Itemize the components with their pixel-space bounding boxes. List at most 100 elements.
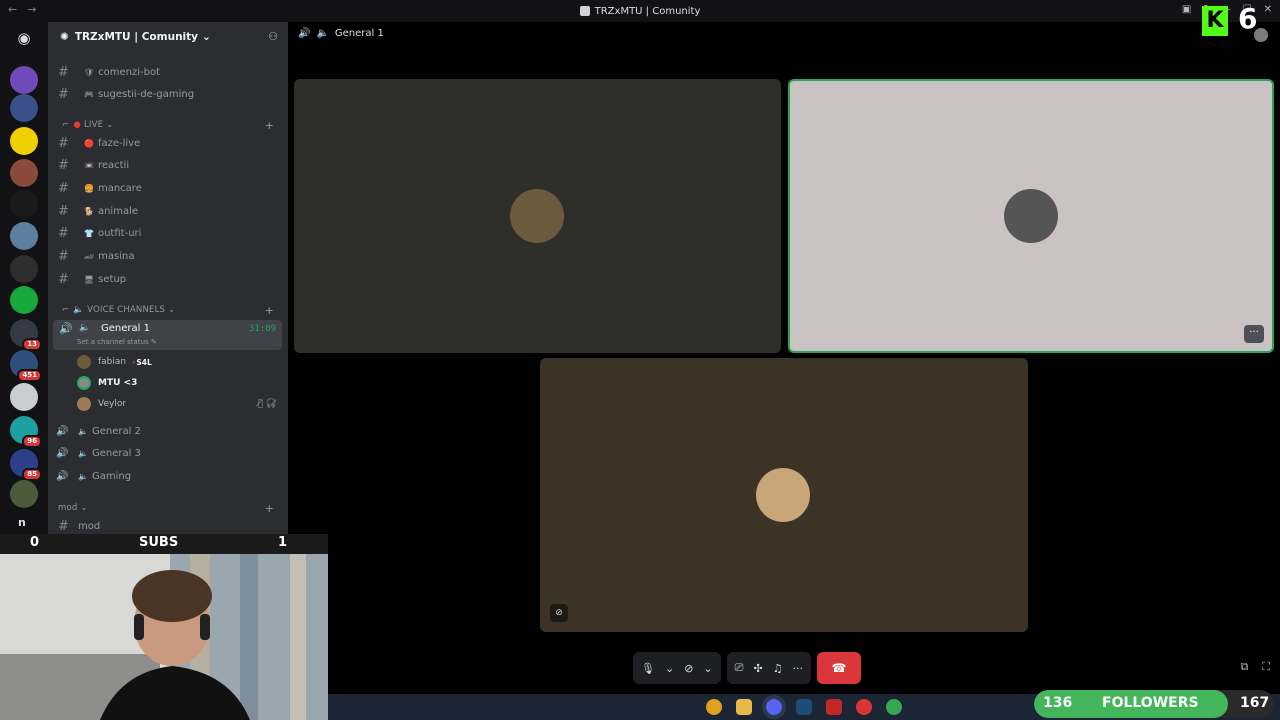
pop-out-icon[interactable]: ⧉: [1240, 660, 1248, 674]
channel-sugestii-de-gaming[interactable]: # 🎮 sugestii-de-gaming: [56, 84, 280, 104]
camera-off-icon: ⊘: [550, 604, 568, 622]
voice-member[interactable]: MTU <3: [77, 374, 137, 392]
voice-channel-gaming[interactable]: 🔊 🔈 Gaming: [56, 466, 280, 486]
voicemod-icon[interactable]: [826, 699, 842, 715]
chevron-down-icon: ⌄: [202, 31, 211, 43]
server-icon[interactable]: [10, 480, 38, 508]
chevron-down-icon[interactable]: ⌄: [703, 662, 712, 675]
forward-arrow-icon[interactable]: →: [27, 3, 36, 16]
channel-reactii[interactable]: # 📼 reactii: [56, 156, 280, 176]
fullscreen-icon[interactable]: ⛶: [1262, 660, 1270, 674]
chevron-down-icon[interactable]: ⌄: [665, 662, 674, 675]
voice-call-area: 🔊 🔈 General 1 ··· ⊘ 🎙 ⌄ ⊘ ⌄ ⎚ ✣ ♫ ··· ☎ …: [288, 22, 1280, 720]
category-mod[interactable]: mod ⌄ +: [56, 501, 280, 515]
set-status-link[interactable]: Set a channel status ✎: [77, 338, 157, 346]
server-icon[interactable]: [10, 190, 38, 218]
view-controls: ⧉ ⛶: [1240, 660, 1270, 674]
hangup-icon: ☎: [831, 661, 847, 675]
channel-outfit-uri[interactable]: # 👕 outfit-uri: [56, 224, 280, 244]
subs-current: 0: [30, 535, 40, 550]
hash-icon: #: [58, 86, 69, 102]
channel-animale[interactable]: # 🐕 animale: [56, 201, 280, 221]
call-controls: 🎙 ⌄ ⊘ ⌄ ⎚ ✣ ♫ ··· ☎: [633, 652, 862, 684]
more-icon[interactable]: ···: [793, 662, 804, 675]
avatar: [77, 376, 91, 390]
avatar: [77, 355, 91, 369]
followers-goal-bar: 136 FOLLOWERS 167: [1034, 690, 1274, 718]
create-channel-icon[interactable]: +: [265, 119, 274, 132]
subs-goal: 1: [278, 535, 288, 550]
speaker-emoji-icon: 🔈: [316, 28, 329, 39]
avatar: [1004, 189, 1058, 243]
audio-video-controls: 🎙 ⌄ ⊘ ⌄: [633, 652, 721, 684]
avatar: [510, 189, 564, 243]
hash-icon: #: [58, 180, 69, 196]
server-icon[interactable]: [10, 127, 38, 155]
participant-tile-speaking[interactable]: ···: [788, 79, 1274, 353]
avatar: [756, 468, 810, 522]
voice-member[interactable]: fabian ⚡S4L: [77, 353, 152, 371]
soundboard-icon[interactable]: ♫: [773, 662, 783, 675]
server-icon[interactable]: 96: [10, 416, 42, 448]
back-arrow-icon[interactable]: ←: [8, 3, 17, 16]
participant-tile[interactable]: [294, 79, 781, 353]
create-channel-icon[interactable]: +: [265, 502, 274, 515]
invite-people-icon[interactable]: ⚇: [268, 30, 278, 43]
more-options-icon[interactable]: ···: [1244, 325, 1264, 343]
server-icon[interactable]: [10, 66, 38, 94]
server-icon[interactable]: [10, 159, 38, 187]
speaker-emoji-icon: 🔈: [78, 471, 88, 481]
server-icon[interactable]: 13: [10, 319, 42, 351]
channel-mancare[interactable]: # 🍔 mancare: [56, 178, 280, 198]
steam-icon[interactable]: [796, 699, 812, 715]
server-icon[interactable]: [10, 222, 38, 250]
channel-mod[interactable]: # mod: [56, 516, 280, 536]
channel-faze-live[interactable]: # 🔴 faze-live: [56, 133, 280, 153]
screen-share-icon[interactable]: ⎚: [735, 661, 744, 675]
discord-logo-icon[interactable]: ◉: [10, 26, 38, 50]
server-icon[interactable]: [10, 255, 38, 283]
channel-comenzi-bot[interactable]: # 🛡 comenzi-bot: [56, 62, 280, 82]
mention-badge: 96: [22, 435, 42, 448]
create-channel-icon[interactable]: +: [265, 304, 274, 317]
channel-masina[interactable]: # 🏎 masina: [56, 247, 280, 267]
camera-off-icon[interactable]: ⊘: [684, 662, 693, 675]
live-dot-icon: ●: [73, 120, 81, 130]
hash-icon: #: [58, 64, 69, 80]
server-icon[interactable]: [10, 94, 38, 122]
window-title: TRZxMTU | Comunity: [579, 6, 700, 17]
server-icon: [579, 6, 590, 16]
followers-current: 136: [1043, 695, 1073, 711]
category-voice-channels[interactable]: ⌐ 🔈 VOICE CHANNELS ⌄ +: [56, 303, 280, 317]
call-header: 🔊 🔈 General 1: [298, 28, 384, 39]
chevron-down-icon: ⌄: [168, 305, 176, 315]
server-icon[interactable]: [10, 383, 38, 411]
inbox-icon[interactable]: ▣: [1182, 4, 1191, 15]
category-live[interactable]: ⌐ ● LIVE ⌄ +: [56, 118, 280, 132]
chrome-icon[interactable]: [706, 699, 722, 715]
server-icon[interactable]: [10, 286, 38, 314]
server-icon[interactable]: 85: [10, 449, 42, 481]
server-letter[interactable]: n: [18, 516, 26, 529]
participant-tile[interactable]: ⊘: [540, 358, 1028, 632]
voice-channel-icon: 🔊: [298, 28, 311, 39]
voice-channel-general-2[interactable]: 🔊 🔈 General 2: [56, 421, 280, 441]
close-icon[interactable]: ✕: [1264, 4, 1272, 15]
webcam-overlay: 0 SUBS 1: [0, 534, 328, 720]
voice-channel-icon: 🔊: [56, 470, 69, 482]
obs-icon[interactable]: [856, 699, 872, 715]
subs-goal-bar: 0 SUBS 1: [0, 534, 328, 554]
file-explorer-icon[interactable]: [736, 699, 752, 715]
voice-channel-general-3[interactable]: 🔊 🔈 General 3: [56, 444, 280, 464]
disconnect-button[interactable]: ☎: [817, 652, 862, 684]
microphone-icon[interactable]: 🎙: [641, 662, 655, 675]
channel-setup[interactable]: # 🖥 setup: [56, 269, 280, 289]
server-icon[interactable]: 451: [10, 350, 42, 382]
voice-channel-general-1[interactable]: 🔊 🔈 General 1 31:09 Set a channel status…: [53, 320, 282, 350]
discord-taskbar-icon[interactable]: [762, 695, 786, 719]
status-dot: [1254, 28, 1268, 42]
server-header[interactable]: ✺ TRZxMTU | Comunity ⌄ ⚇: [48, 22, 288, 52]
chrome-profile-icon[interactable]: [886, 699, 902, 715]
activities-icon[interactable]: ✣: [753, 662, 762, 675]
voice-member[interactable]: Veylor 🎙̸ 🎧̸: [77, 395, 277, 413]
